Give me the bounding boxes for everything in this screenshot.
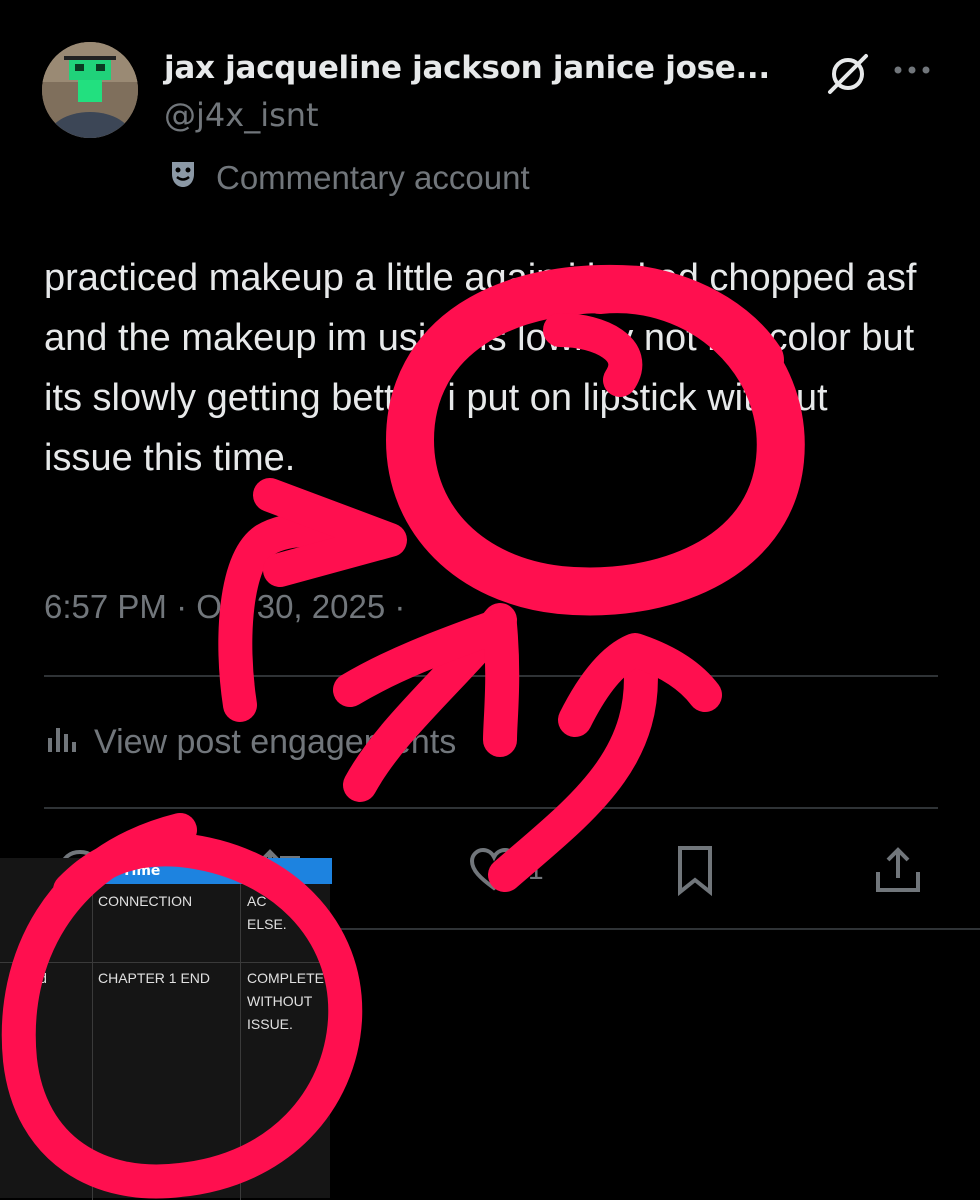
view-engagements-label: View post engagements: [94, 723, 457, 761]
table-cell: CHAPTER 1 END: [98, 970, 211, 986]
table-cell: ISSUE.: [247, 1016, 293, 1032]
divider: [44, 807, 938, 809]
avatar-image: [42, 42, 138, 138]
table-cell: AC: [247, 893, 267, 909]
annotation-arrowhead: [558, 633, 722, 737]
account-label[interactable]: Commentary account: [166, 156, 530, 200]
heart-icon: [469, 847, 519, 891]
share-button[interactable]: [870, 842, 926, 898]
table-cell: ld: [36, 970, 47, 986]
bookmark-icon: [678, 846, 712, 897]
grok-icon[interactable]: [826, 52, 870, 96]
table-divider: [0, 962, 330, 963]
theater-masks-icon: [166, 156, 202, 200]
table-cell: COMPLETE: [247, 970, 325, 986]
annotation-arrow: [488, 643, 658, 892]
post-text: practiced makeup a little again i looked…: [44, 257, 917, 479]
annotation-arrowhead: [253, 478, 407, 587]
view-engagements-link[interactable]: View post engagements: [44, 720, 456, 765]
table-cell: WITHOUT: [247, 993, 313, 1009]
more-options-icon[interactable]: [890, 50, 934, 90]
bookmark-button[interactable]: [668, 842, 724, 898]
table-divider: [92, 884, 93, 1200]
table-cell: CONNECTION: [98, 893, 193, 909]
analytics-icon: [44, 720, 80, 765]
account-label-text: Commentary account: [216, 159, 530, 196]
divider: [44, 675, 938, 677]
share-icon: [876, 847, 920, 892]
author-display-name[interactable]: jax jacqueline jackson janice jose...: [164, 50, 770, 86]
table-divider: [240, 884, 241, 1200]
author-handle[interactable]: @j4x_isnt: [164, 96, 319, 134]
post-timestamp[interactable]: 6:57 PM · Oct 30, 2025 ·: [44, 588, 405, 626]
table-cell: ELSE.: [247, 916, 287, 932]
avatar[interactable]: [42, 42, 138, 138]
like-button[interactable]: [466, 842, 522, 898]
like-count: 1: [528, 854, 544, 885]
table-header: Time: [92, 858, 332, 884]
